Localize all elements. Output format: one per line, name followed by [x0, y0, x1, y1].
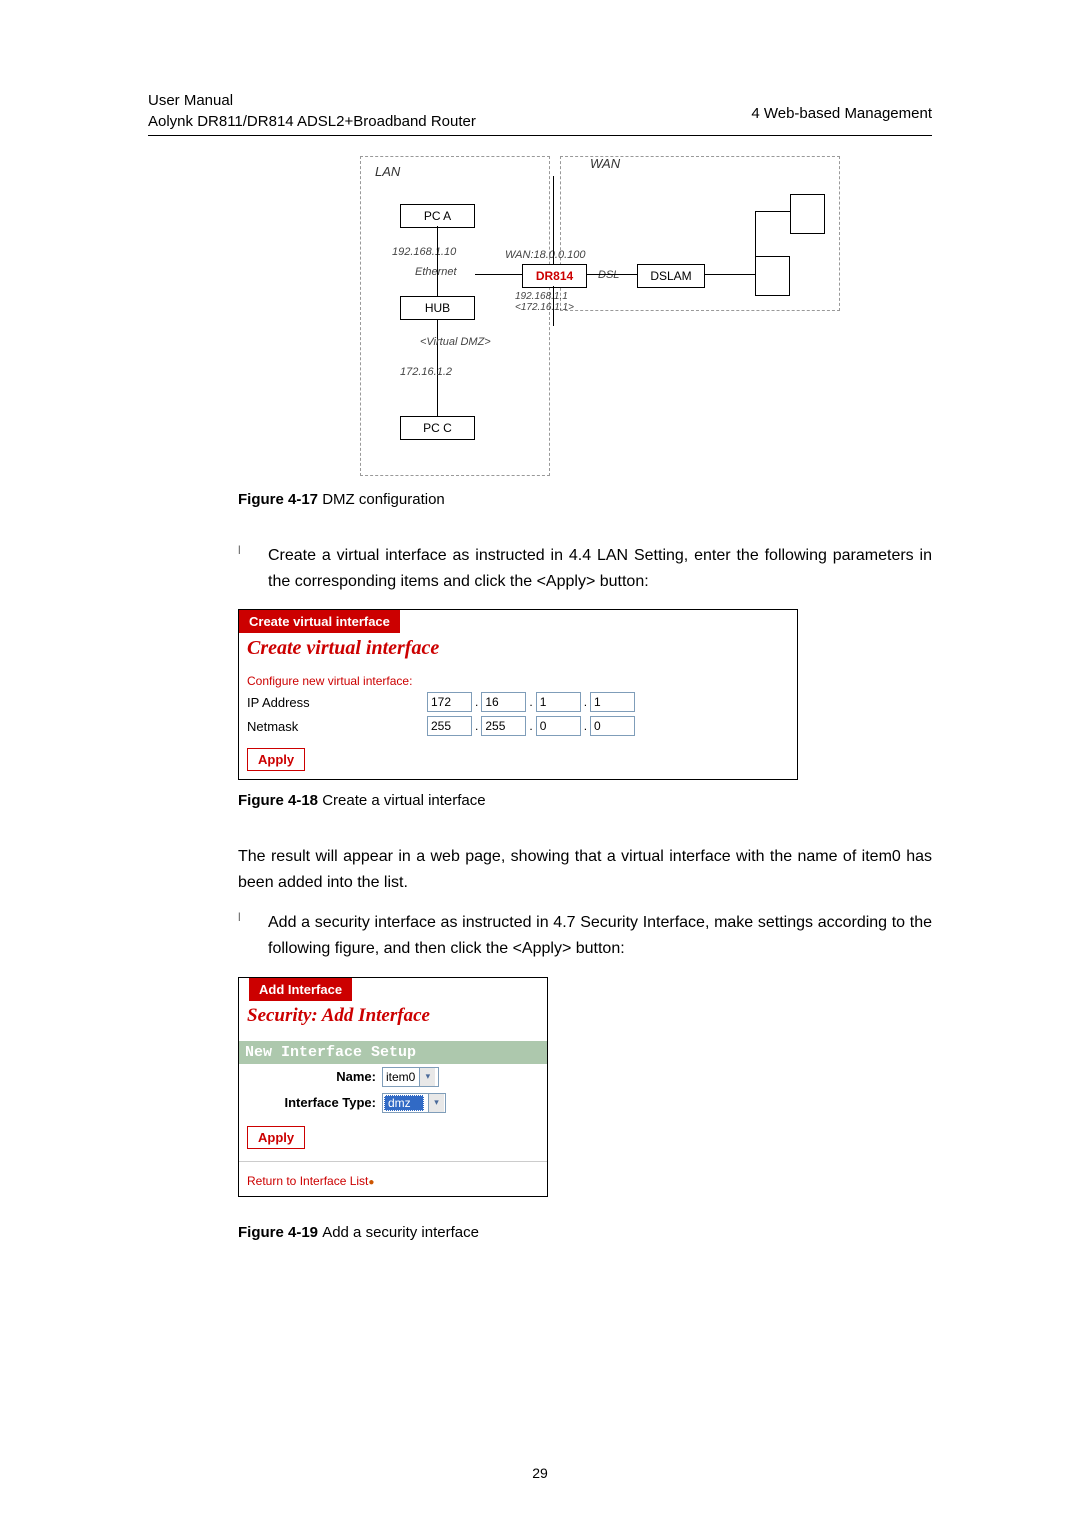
page-number: 29: [0, 1465, 1080, 1481]
create-virtual-interface-screenshot: Create virtual interface Create virtual …: [238, 609, 798, 780]
bullet-1-text: Create a virtual interface as instructed…: [268, 543, 932, 594]
figure-4-17-caption: Figure 4-17 DMZ configuration: [238, 491, 932, 508]
netmask-octet-3[interactable]: [536, 716, 581, 736]
header-separator: [148, 135, 932, 136]
ai-header: Add Interface: [249, 978, 352, 1001]
figure-4-18-caption: Figure 4-18 Create a virtual interface: [238, 792, 932, 809]
add-interface-screenshot: Add Interface Security: Add Interface Ne…: [238, 977, 548, 1197]
netmask-octet-1[interactable]: [427, 716, 472, 736]
netmask-octet-2[interactable]: [481, 716, 526, 736]
interface-type-label: Interface Type:: [247, 1095, 382, 1110]
chevron-down-icon: ▾: [428, 1094, 444, 1112]
bullet-2-text: Add a security interface as instructed i…: [268, 910, 932, 961]
ip-octet-2[interactable]: [481, 692, 526, 712]
cvi-config-text: Configure new virtual interface:: [239, 672, 797, 690]
bullet-marker-2: l: [238, 910, 268, 961]
figure-4-19-caption: Figure 4-19 Add a security interface: [238, 1224, 932, 1241]
interface-type-dropdown[interactable]: dmz ▾: [382, 1093, 446, 1113]
dmz-diagram: LAN WAN PC A 192.168.1.10 Ethernet HUB <…: [360, 156, 810, 476]
name-label: Name:: [247, 1069, 382, 1084]
cvi-header: Create virtual interface: [239, 610, 400, 633]
return-to-interface-list-link[interactable]: Return to Interface List●: [239, 1166, 547, 1196]
new-interface-banner: New Interface Setup: [239, 1041, 547, 1064]
ip-octet-3[interactable]: [536, 692, 581, 712]
netmask-label: Netmask: [247, 719, 427, 734]
chevron-down-icon: ▾: [419, 1068, 435, 1086]
netmask-octet-4[interactable]: [590, 716, 635, 736]
header-right: 4 Web-based Management: [751, 105, 932, 122]
ip-address-label: IP Address: [247, 695, 427, 710]
ai-title: Security: Add Interface: [239, 1001, 547, 1031]
name-dropdown[interactable]: item0 ▾: [382, 1067, 439, 1087]
bullet-marker: l: [238, 543, 268, 594]
ip-octet-4[interactable]: [590, 692, 635, 712]
apply-button-2[interactable]: Apply: [247, 1126, 305, 1149]
ip-octet-1[interactable]: [427, 692, 472, 712]
apply-button-1[interactable]: Apply: [247, 748, 305, 771]
cvi-title: Create virtual interface: [239, 633, 797, 664]
result-text: The result will appear in a web page, sh…: [238, 844, 932, 895]
